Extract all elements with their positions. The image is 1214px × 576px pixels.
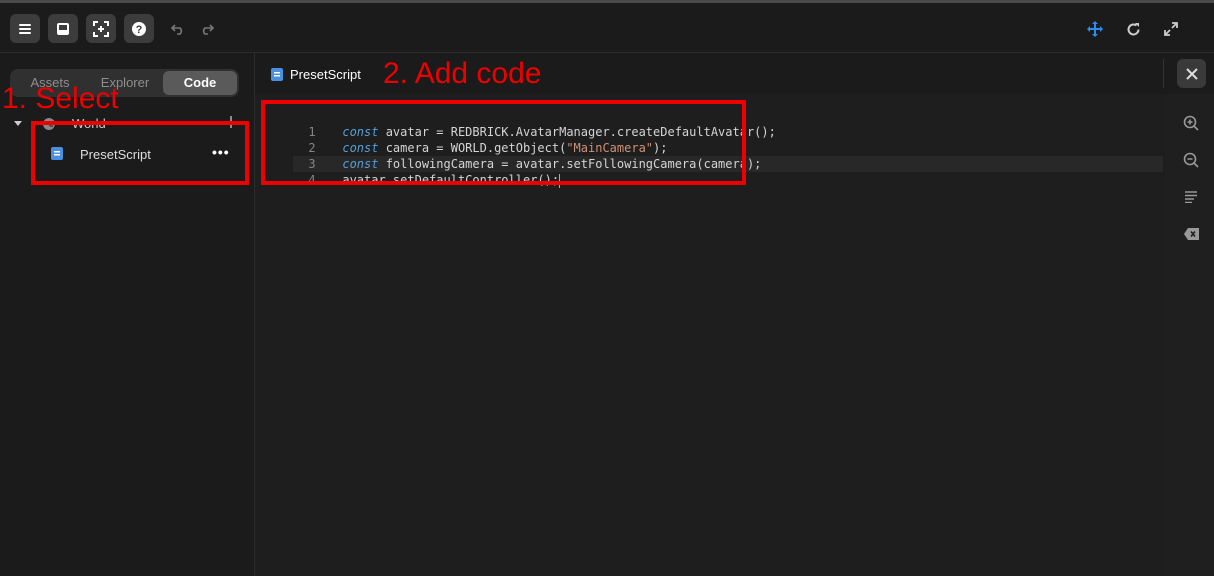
script-file-icon xyxy=(271,67,283,81)
clear-code-button[interactable] xyxy=(1180,223,1202,245)
file-tab-presetscript[interactable]: PresetScript xyxy=(271,65,361,83)
divider xyxy=(1163,59,1164,88)
zoom-in-icon xyxy=(1183,115,1199,131)
help-button[interactable]: ? xyxy=(124,14,154,43)
file-tab-label: PresetScript xyxy=(290,66,361,82)
svg-text:?: ? xyxy=(136,24,143,36)
move-tool-button[interactable] xyxy=(1084,18,1106,40)
refresh-icon xyxy=(1127,22,1139,35)
undo-button[interactable] xyxy=(167,18,189,40)
expand-icon xyxy=(1164,22,1178,36)
annotation-step-1: 1. Select xyxy=(2,82,119,115)
zoom-out-icon xyxy=(1183,152,1199,168)
close-editor-button[interactable] xyxy=(1177,59,1206,88)
refresh-button[interactable] xyxy=(1122,18,1144,40)
format-code-button[interactable] xyxy=(1180,186,1202,208)
expand-button[interactable] xyxy=(1160,18,1182,40)
close-icon xyxy=(1185,67,1198,80)
menu-icon xyxy=(19,23,31,34)
caret-down-icon[interactable] xyxy=(14,121,22,127)
move-icon xyxy=(1087,21,1103,37)
annotation-highlight-box xyxy=(261,100,746,185)
format-icon xyxy=(1185,191,1197,203)
annotation-step-2: 2. Add code xyxy=(383,57,542,90)
clear-icon xyxy=(1183,228,1199,240)
zoom-out-button[interactable] xyxy=(1180,149,1202,171)
zoom-in-button[interactable] xyxy=(1180,112,1202,134)
redo-button[interactable] xyxy=(196,18,218,40)
add-frame-icon xyxy=(93,20,109,37)
undo-icon xyxy=(171,24,183,35)
add-frame-button[interactable] xyxy=(86,14,116,43)
tab-code[interactable]: Code xyxy=(163,71,237,95)
redo-icon xyxy=(202,24,214,35)
menu-button[interactable] xyxy=(10,14,40,43)
help-icon: ? xyxy=(132,21,146,36)
inbox-icon xyxy=(57,22,69,35)
inbox-button[interactable] xyxy=(48,14,78,43)
top-toolbar: ? xyxy=(0,3,1214,53)
annotation-highlight-box xyxy=(31,121,249,185)
